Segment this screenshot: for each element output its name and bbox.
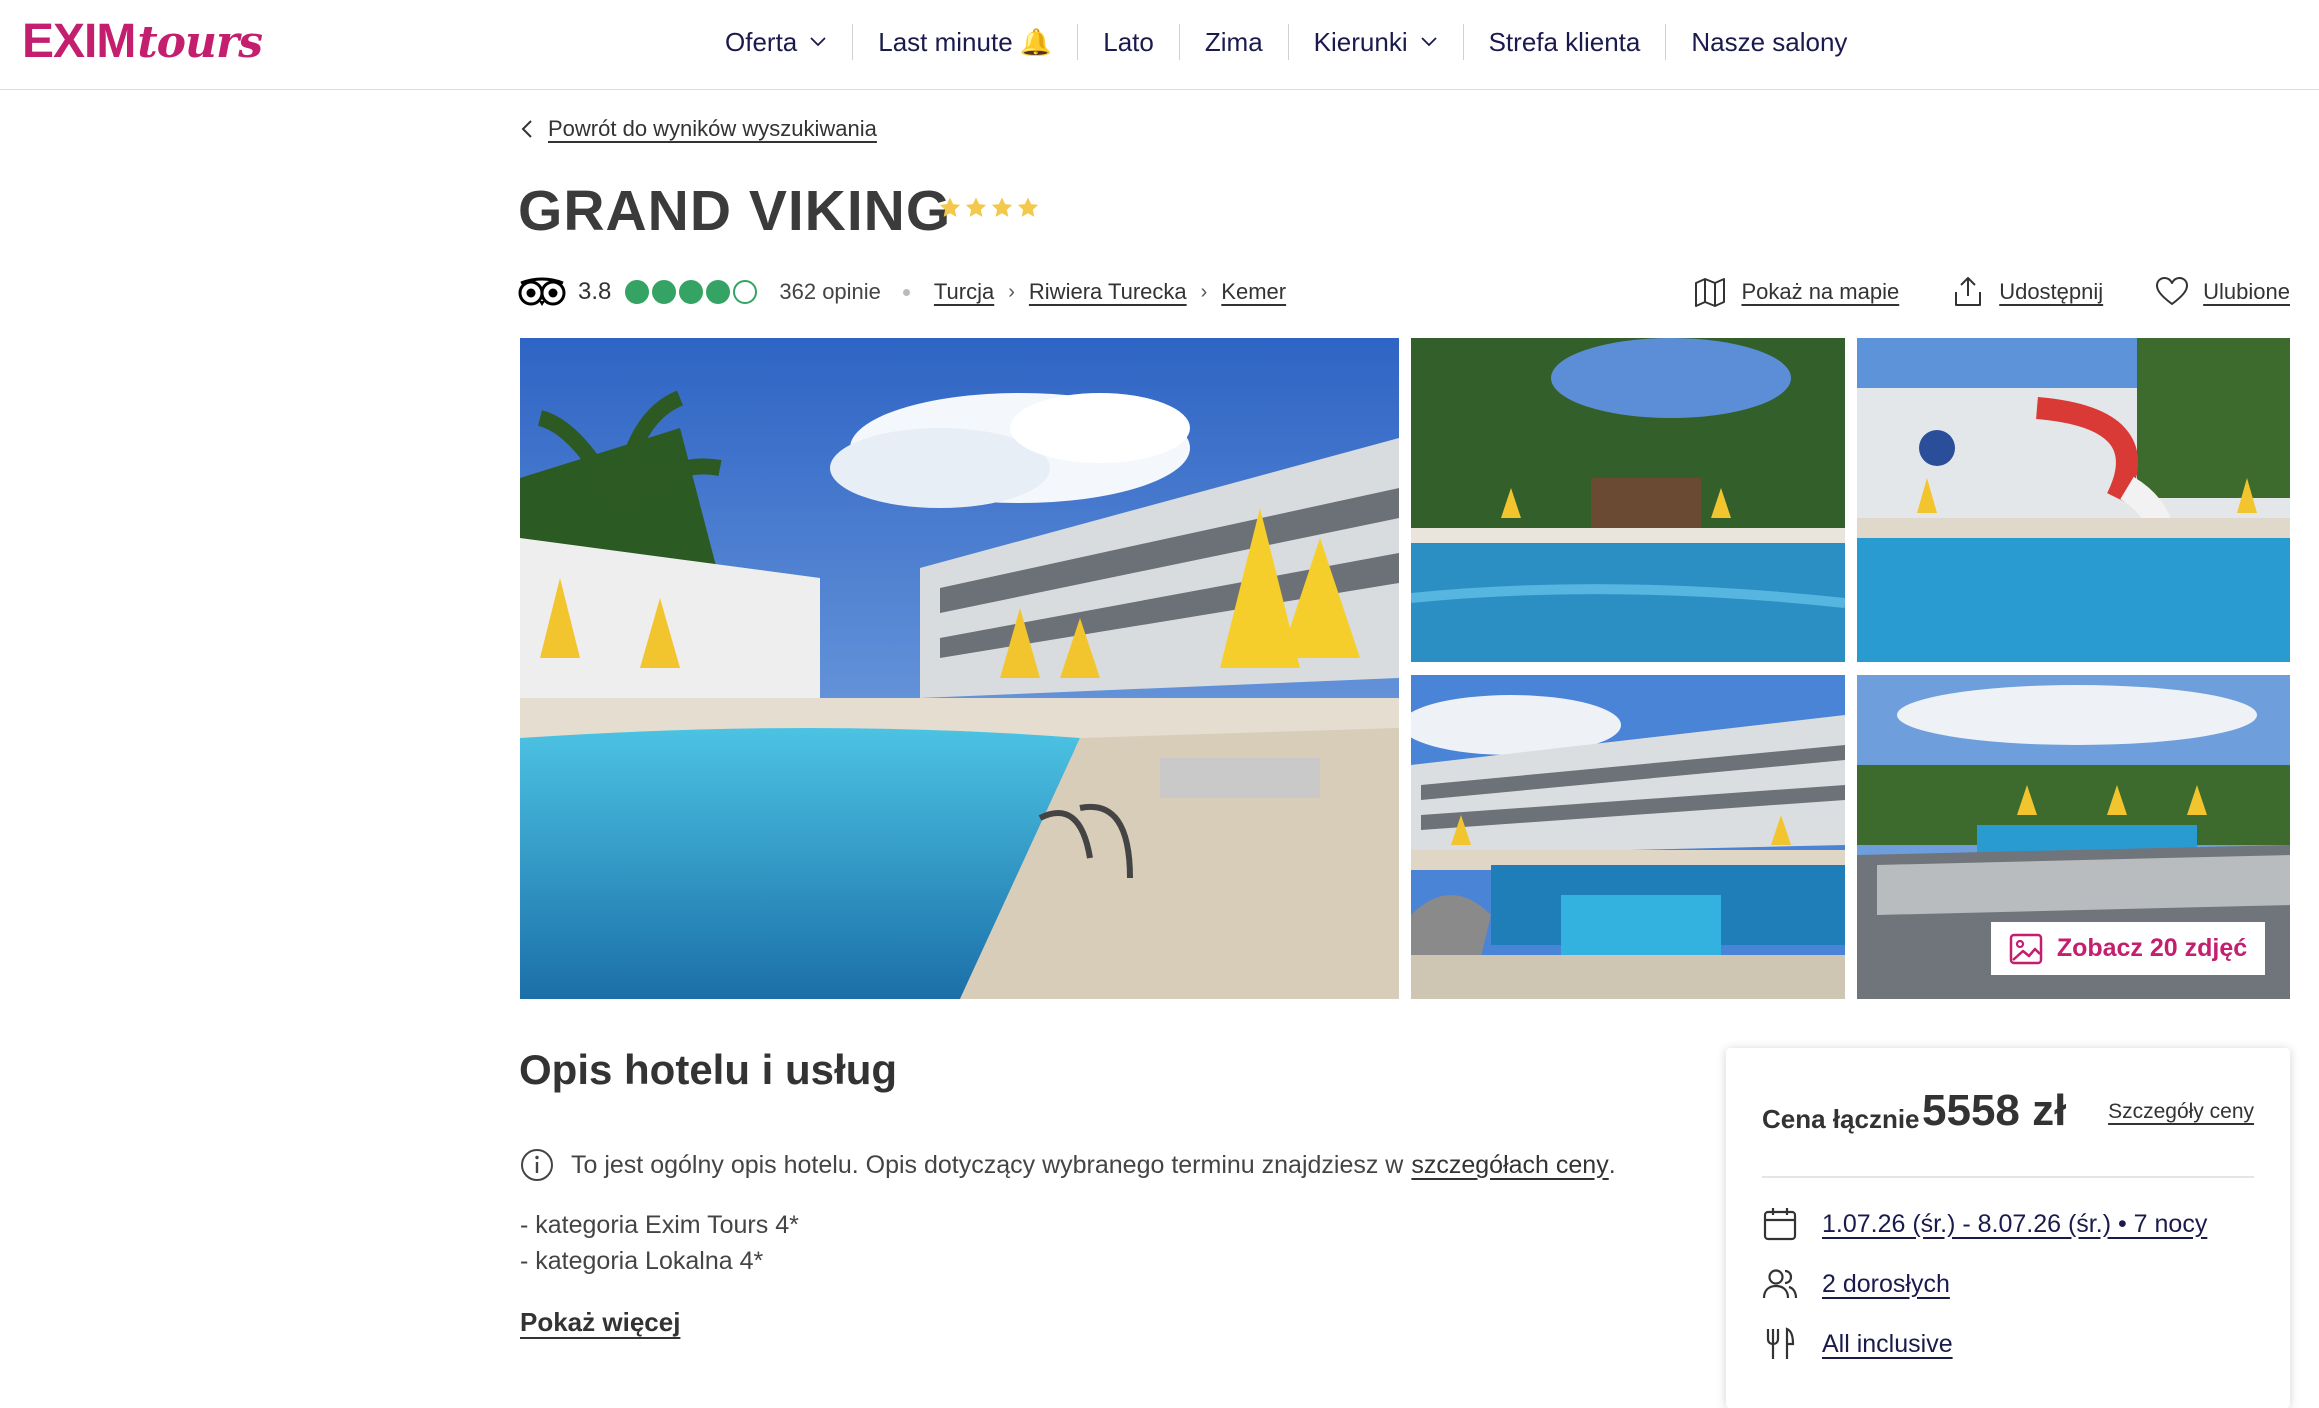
image-gallery-icon bbox=[2009, 933, 2043, 964]
nav-label: Oferta bbox=[725, 26, 798, 57]
logo-text-main: EXIM bbox=[22, 15, 136, 68]
info-text-end: . bbox=[1608, 1150, 1616, 1179]
see-all-photos-button[interactable]: Zobacz 20 zdjęć bbox=[1991, 922, 2265, 975]
main-nav: Oferta Last minute 🔔 Lato Zima Kierunki … bbox=[700, 0, 1872, 84]
calendar-icon bbox=[1763, 1208, 1797, 1241]
hotel-name: GRAND VIKING bbox=[518, 179, 952, 243]
divider bbox=[1762, 1176, 2254, 1178]
price-summary-card: Cena łącznie 5558 zł Szczegóły ceny 1.07… bbox=[1726, 1048, 2290, 1408]
hotel-description-heading: Opis hotelu i usług bbox=[519, 1046, 897, 1093]
review-count[interactable]: 362 opinie bbox=[779, 279, 881, 305]
pool-hotel-image bbox=[520, 338, 1399, 999]
nav-label: Zima bbox=[1204, 26, 1263, 57]
exim-tours-logo[interactable]: EXIM tours bbox=[22, 14, 263, 70]
breadcrumb-city[interactable]: Kemer bbox=[1221, 279, 1286, 305]
nav-item-strefa-klienta[interactable]: Strefa klienta bbox=[1464, 24, 1667, 60]
show-on-map-button[interactable]: Pokaż na mapie bbox=[1693, 275, 1899, 309]
breadcrumb-country[interactable]: Turcja bbox=[934, 279, 994, 305]
nav-item-kierunki[interactable]: Kierunki bbox=[1289, 24, 1464, 60]
info-icon bbox=[521, 1149, 553, 1181]
hotel-star-rating bbox=[938, 196, 1040, 220]
chevron-down-icon bbox=[1420, 37, 1437, 47]
nav-item-nasze-salony[interactable]: Nasze salony bbox=[1666, 24, 1872, 60]
show-on-map-label: Pokaż na mapie bbox=[1741, 279, 1900, 304]
category-line: - kategoria Lokalna 4* bbox=[520, 1247, 764, 1275]
nav-label: Nasze salony bbox=[1691, 26, 1848, 57]
favorite-label: Ulubione bbox=[2203, 279, 2290, 304]
people-icon bbox=[1762, 1269, 1798, 1299]
separator-dot bbox=[902, 288, 910, 296]
see-all-photos-label: Zobacz 20 zdjęć bbox=[2056, 934, 2248, 962]
back-to-results-link[interactable]: Powrót do wyników wyszukiwania bbox=[520, 116, 877, 142]
back-link-label: Powrót do wyników wyszukiwania bbox=[548, 116, 877, 141]
guests-label: 2 dorosłych bbox=[1822, 1269, 1950, 1298]
star-icon bbox=[1017, 197, 1039, 217]
gallery-photo-4[interactable] bbox=[1411, 675, 1845, 999]
board-label: All inclusive bbox=[1822, 1329, 1953, 1358]
share-button[interactable]: Udostępnij bbox=[1951, 275, 2103, 309]
site-header: EXIM tours Oferta Last minute 🔔 Lato Zim… bbox=[0, 0, 2319, 90]
star-icon bbox=[965, 197, 987, 217]
breadcrumb-region[interactable]: Riwiera Turecka bbox=[1029, 279, 1187, 305]
guests-row[interactable]: 2 dorosłych bbox=[1762, 1266, 1950, 1302]
rating-bubble-empty bbox=[733, 280, 758, 304]
rating-row: 3.8 362 opinie Turcja › Riwiera Turecka … bbox=[518, 272, 1286, 312]
rating-bubble-filled bbox=[706, 280, 731, 304]
info-text: To jest ogólny opis hotelu. Opis dotyczą… bbox=[571, 1150, 1404, 1179]
pool-waterslide-image bbox=[1857, 338, 2290, 662]
gallery-photo-2[interactable] bbox=[1411, 338, 1845, 662]
rating-bubble-filled bbox=[679, 280, 704, 304]
logo-text-script: tours bbox=[137, 17, 263, 68]
total-price-value: 5558 zł bbox=[1922, 1086, 2067, 1135]
share-label: Udostępnij bbox=[1999, 279, 2104, 304]
hotel-actions: Pokaż na mapie Udostępnij Ulubione bbox=[1641, 272, 2290, 312]
cutlery-icon bbox=[1766, 1327, 1795, 1359]
travel-dates-label: 1.07.26 (śr.) - 8.07.26 (śr.) • 7 nocy bbox=[1822, 1209, 2208, 1238]
nav-label: Lato bbox=[1103, 26, 1154, 57]
travel-dates-row[interactable]: 1.07.26 (śr.) - 8.07.26 (śr.) • 7 nocy bbox=[1762, 1206, 2207, 1242]
rating-bubble-filled bbox=[625, 280, 650, 304]
breadcrumb-separator: › bbox=[1200, 280, 1208, 303]
nav-label: Kierunki bbox=[1313, 26, 1408, 57]
heart-icon bbox=[2156, 277, 2189, 305]
chevron-down-icon bbox=[810, 37, 826, 47]
rating-bubbles bbox=[625, 280, 758, 304]
nav-label: Last minute 🔔 bbox=[878, 26, 1053, 57]
pool-palms-image bbox=[1411, 338, 1845, 662]
favorite-button[interactable]: Ulubione bbox=[2155, 275, 2290, 309]
gallery-photo-3[interactable] bbox=[1857, 338, 2290, 662]
nav-item-last-minute[interactable]: Last minute 🔔 bbox=[853, 24, 1079, 60]
board-row[interactable]: All inclusive bbox=[1762, 1326, 1953, 1362]
rating-bubble-filled bbox=[652, 280, 677, 304]
category-line: - kategoria Exim Tours 4* bbox=[520, 1211, 799, 1239]
breadcrumb-separator: › bbox=[1008, 280, 1015, 303]
price-details-button[interactable]: Szczegóły ceny bbox=[2108, 1100, 2254, 1124]
share-icon bbox=[1955, 277, 1982, 306]
nav-item-oferta[interactable]: Oferta bbox=[700, 24, 854, 60]
tripadvisor-rating: 3.8 bbox=[578, 278, 612, 305]
show-more-link[interactable]: Pokaż więcej bbox=[520, 1307, 680, 1338]
description-info-note: To jest ogólny opis hotelu. Opis dotyczą… bbox=[520, 1148, 1616, 1182]
total-price-label: Cena łącznie bbox=[1762, 1104, 1920, 1134]
star-icon bbox=[991, 197, 1013, 217]
map-icon bbox=[1695, 278, 1726, 307]
price-details-link[interactable]: szczegółach ceny bbox=[1411, 1151, 1608, 1180]
star-icon bbox=[939, 197, 961, 217]
pool-elephant-image bbox=[1411, 675, 1845, 999]
chevron-left-icon bbox=[521, 120, 532, 138]
tripadvisor-owl-icon bbox=[518, 277, 566, 306]
nav-label: Strefa klienta bbox=[1488, 26, 1641, 57]
nav-item-lato[interactable]: Lato bbox=[1078, 24, 1180, 60]
nav-item-zima[interactable]: Zima bbox=[1180, 24, 1289, 60]
gallery-main-photo[interactable] bbox=[520, 338, 1399, 999]
